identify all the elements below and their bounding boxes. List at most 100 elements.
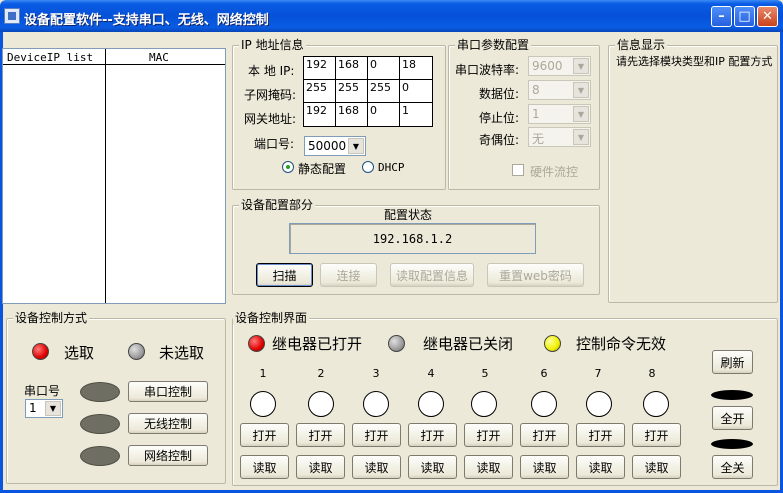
relay-number: 6 xyxy=(540,367,548,380)
read-config-button[interactable]: 读取配置信息 xyxy=(390,263,474,287)
unselected-label: 未选取 xyxy=(159,344,205,362)
chevron-down-icon[interactable]: ▼ xyxy=(573,129,589,145)
column-mac[interactable]: MAC xyxy=(149,51,169,64)
invalid-command-legend-icon xyxy=(544,335,561,352)
gateway-octet-4[interactable]: 1 xyxy=(399,102,433,127)
selected-label: 选取 xyxy=(64,344,95,362)
subnet-octet-2[interactable]: 255 xyxy=(335,79,368,103)
data-bits-value: 8 xyxy=(532,83,540,97)
stop-bits-value: 1 xyxy=(532,107,540,121)
relay-6-open-button[interactable]: 打开 xyxy=(520,423,569,447)
refresh-button[interactable]: 刷新 xyxy=(712,350,753,374)
scan-button[interactable]: 扫描 xyxy=(256,263,313,287)
serial-port-value: 1 xyxy=(29,401,37,415)
chevron-down-icon[interactable]: ▼ xyxy=(45,401,61,416)
port-label: 端口号: xyxy=(254,137,295,151)
relay-6-read-button[interactable]: 读取 xyxy=(520,455,569,479)
ip-info-title: IP 地址信息 xyxy=(239,38,306,52)
local-ip-octet-3[interactable]: 0 xyxy=(367,56,400,80)
chevron-down-icon[interactable]: ▼ xyxy=(573,58,589,74)
device-list-header: DeviceIP list MAC xyxy=(3,49,225,65)
relay-7-open-button[interactable]: 打开 xyxy=(576,423,625,447)
baud-rate-select[interactable]: 9600 ▼ xyxy=(528,56,591,76)
window-title: 设备配置软件--支持串口、无线、网络控制 xyxy=(24,13,269,28)
relay-8-indicator xyxy=(643,391,669,417)
serial-port-select[interactable]: 1 ▼ xyxy=(25,399,63,418)
relay-8-open-button[interactable]: 打开 xyxy=(632,423,681,447)
relay-1-open-button[interactable]: 打开 xyxy=(240,423,289,447)
subnet-octet-3[interactable]: 255 xyxy=(367,79,400,103)
gateway-octet-3[interactable]: 0 xyxy=(367,102,400,127)
control-mode-title: 设备控制方式 xyxy=(13,311,90,325)
relay-number: 4 xyxy=(427,367,435,380)
serial-control-indicator xyxy=(80,382,120,402)
port-value: 50000 xyxy=(308,139,347,153)
wireless-control-button[interactable]: 无线控制 xyxy=(128,413,208,434)
serial-control-button[interactable]: 串口控制 xyxy=(128,381,208,402)
config-status-label: 配置状态 xyxy=(384,208,433,222)
relay-4-read-button[interactable]: 读取 xyxy=(408,455,457,479)
relay-5-open-button[interactable]: 打开 xyxy=(464,423,513,447)
static-config-radio[interactable] xyxy=(282,161,294,173)
serial-config-title: 串口参数配置 xyxy=(455,38,532,52)
relay-4-open-button[interactable]: 打开 xyxy=(408,423,457,447)
minimize-button[interactable]: – xyxy=(711,6,732,27)
info-message: 请先选择模块类型和IP 配置方式 xyxy=(616,55,773,68)
port-select[interactable]: 50000 ▼ xyxy=(304,136,366,156)
all-off-button[interactable]: 全关 xyxy=(712,455,753,479)
chevron-down-icon[interactable]: ▼ xyxy=(573,82,589,98)
column-device-ip[interactable]: DeviceIP list xyxy=(7,51,93,64)
config-status-display: 192.168.1.2 xyxy=(289,223,536,254)
relay-on-legend-icon xyxy=(248,335,265,352)
app-icon xyxy=(4,8,20,24)
data-bits-select[interactable]: 8 ▼ xyxy=(528,80,591,100)
relay-8-read-button[interactable]: 读取 xyxy=(632,455,681,479)
chevron-down-icon[interactable]: ▼ xyxy=(348,138,364,154)
hardware-flow-checkbox[interactable] xyxy=(512,164,524,176)
gateway-octet-2[interactable]: 168 xyxy=(335,102,368,127)
list-column-divider xyxy=(105,49,106,303)
relay-5-indicator xyxy=(471,391,497,417)
chevron-down-icon[interactable]: ▼ xyxy=(573,106,589,122)
relay-2-open-button[interactable]: 打开 xyxy=(296,423,345,447)
reset-web-password-button[interactable]: 重置web密码 xyxy=(487,263,584,287)
serial-port-label: 串口号 xyxy=(24,384,61,398)
dhcp-radio[interactable] xyxy=(362,161,374,173)
data-bits-label: 数据位: xyxy=(479,87,520,101)
parity-label: 奇偶位: xyxy=(479,133,520,147)
device-config-title: 设备配置部分 xyxy=(239,198,316,212)
close-button[interactable]: ✕ xyxy=(757,6,778,27)
relay-3-indicator xyxy=(363,391,389,417)
subnet-octet-4[interactable]: 0 xyxy=(399,79,433,103)
config-status-value: 192.168.1.2 xyxy=(372,231,453,246)
all-on-button[interactable]: 全开 xyxy=(712,406,753,430)
relay-3-open-button[interactable]: 打开 xyxy=(352,423,401,447)
connect-button[interactable]: 连接 xyxy=(320,263,377,287)
baud-rate-value: 9600 xyxy=(532,59,563,73)
network-control-button[interactable]: 网络控制 xyxy=(128,445,208,466)
network-control-indicator xyxy=(80,446,120,466)
relay-5-read-button[interactable]: 读取 xyxy=(464,455,513,479)
relay-3-read-button[interactable]: 读取 xyxy=(352,455,401,479)
selected-led-icon xyxy=(32,343,49,360)
local-ip-octet-4[interactable]: 18 xyxy=(399,56,433,80)
baud-rate-label: 串口波特率: xyxy=(455,63,520,77)
local-ip-octet-2[interactable]: 168 xyxy=(335,56,368,80)
device-ip-list[interactable]: DeviceIP list MAC xyxy=(2,48,226,304)
relay-7-read-button[interactable]: 读取 xyxy=(576,455,625,479)
stop-bits-select[interactable]: 1 ▼ xyxy=(528,104,591,124)
relay-1-read-button[interactable]: 读取 xyxy=(240,455,289,479)
relay-number: 5 xyxy=(481,367,489,380)
relay-2-read-button[interactable]: 读取 xyxy=(296,455,345,479)
all-on-indicator xyxy=(711,390,753,400)
parity-select[interactable]: 无 ▼ xyxy=(528,127,591,147)
subnet-mask-label: 子网掩码: xyxy=(244,88,297,102)
relay-number: 2 xyxy=(317,367,325,380)
maximize-button[interactable]: □ xyxy=(734,6,755,27)
subnet-octet-1[interactable]: 255 xyxy=(303,79,336,103)
local-ip-label: 本 地 IP: xyxy=(248,64,295,78)
local-ip-octet-1[interactable]: 192 xyxy=(303,56,336,80)
relay-1-indicator xyxy=(250,391,276,417)
relay-2-indicator xyxy=(308,391,334,417)
gateway-octet-1[interactable]: 192 xyxy=(303,102,336,127)
